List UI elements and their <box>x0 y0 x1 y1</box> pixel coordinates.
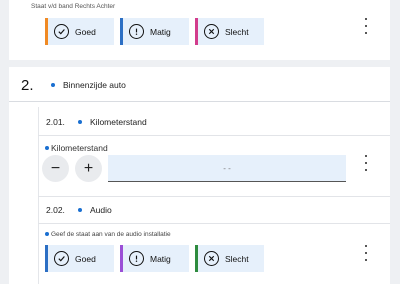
audio-caption: Geef de staat aan van de audio installat… <box>51 231 171 238</box>
check-circle-icon <box>54 251 69 266</box>
tire-rating-group: Goed Matig Slecht <box>45 18 264 45</box>
km-title: Kilometerstand <box>90 117 147 127</box>
audio-rating-matig-label: Matig <box>150 253 171 264</box>
section-marker-dot <box>51 83 55 87</box>
plus-icon: + <box>83 159 94 177</box>
x-circle-icon <box>204 251 219 266</box>
audio-rating-slecht-button[interactable]: Slecht <box>195 245 264 272</box>
km-field-marker-dot <box>45 146 49 150</box>
rating-goed-button[interactable]: Goed <box>45 18 114 45</box>
x-circle-icon <box>204 24 219 39</box>
km-divider <box>38 135 390 136</box>
section-divider <box>9 101 390 102</box>
audio-rating-slecht-label: Slecht <box>225 253 249 264</box>
audio-rating-goed-button[interactable]: Goed <box>45 245 114 272</box>
increment-button[interactable]: + <box>75 155 102 182</box>
audio-caption-marker-dot <box>45 232 49 236</box>
km-number: 2.01. <box>46 117 65 127</box>
audio-marker-dot <box>78 208 82 212</box>
audio-title: Audio <box>90 205 112 215</box>
check-circle-icon <box>54 24 69 39</box>
rating-slecht-button[interactable]: Slecht <box>195 18 264 45</box>
km-options-menu-icon[interactable] <box>361 155 371 171</box>
tire-options-menu-icon[interactable] <box>361 18 371 34</box>
km-marker-dot <box>78 120 82 124</box>
exclamation-circle-icon <box>129 24 144 39</box>
decrement-button[interactable]: − <box>42 155 69 182</box>
audio-options-menu-icon[interactable] <box>361 245 371 261</box>
rating-matig-button[interactable]: Matig <box>120 18 189 45</box>
audio-top-divider <box>38 196 390 197</box>
audio-rating-matig-button[interactable]: Matig <box>120 245 189 272</box>
section-title: Binnenzijde auto <box>63 80 126 90</box>
audio-number: 2.02. <box>46 205 65 215</box>
audio-divider <box>38 223 390 224</box>
km-field-label: Kilometerstand <box>51 143 108 153</box>
section-number: 2. <box>21 77 34 94</box>
exclamation-circle-icon <box>129 251 144 266</box>
audio-rating-group: Goed Matig Slecht <box>45 245 264 272</box>
rating-slecht-label: Slecht <box>225 26 249 37</box>
rating-goed-label: Goed <box>75 26 96 37</box>
tire-condition-caption: Staat v/d band Rechts Achter <box>31 3 116 10</box>
minus-icon: − <box>50 159 61 177</box>
km-input[interactable] <box>108 155 346 182</box>
rating-matig-label: Matig <box>150 26 171 37</box>
audio-rating-goed-label: Goed <box>75 253 96 264</box>
